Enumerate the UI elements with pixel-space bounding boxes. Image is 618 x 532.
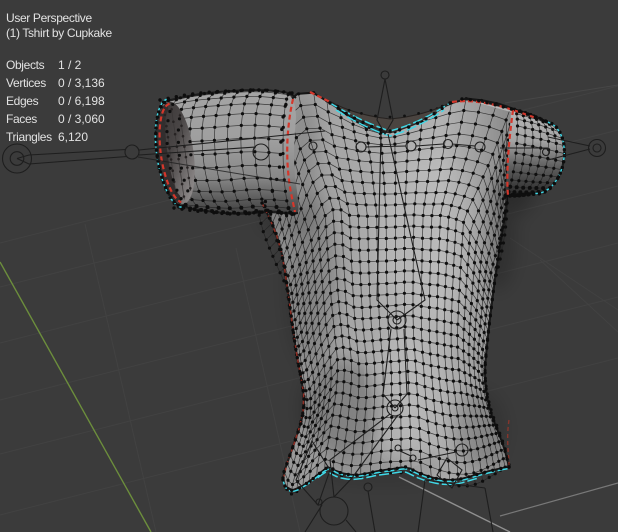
- svg-text:1 / 2: 1 / 2: [58, 58, 82, 72]
- svg-text:User Perspective: User Perspective: [6, 11, 92, 25]
- svg-text:Edges: Edges: [6, 94, 39, 108]
- svg-text:Objects: Objects: [6, 58, 45, 72]
- svg-text:Triangles: Triangles: [6, 130, 52, 144]
- svg-text:6,120: 6,120: [58, 130, 88, 144]
- svg-text:Faces: Faces: [6, 112, 37, 126]
- svg-text:0 / 3,136: 0 / 3,136: [58, 76, 105, 90]
- svg-text:(1) Tshirt by Cupkake: (1) Tshirt by Cupkake: [6, 26, 112, 40]
- svg-text:0 / 6,198: 0 / 6,198: [58, 94, 105, 108]
- svg-text:Vertices: Vertices: [6, 76, 46, 90]
- svg-text:0 / 3,060: 0 / 3,060: [58, 112, 105, 126]
